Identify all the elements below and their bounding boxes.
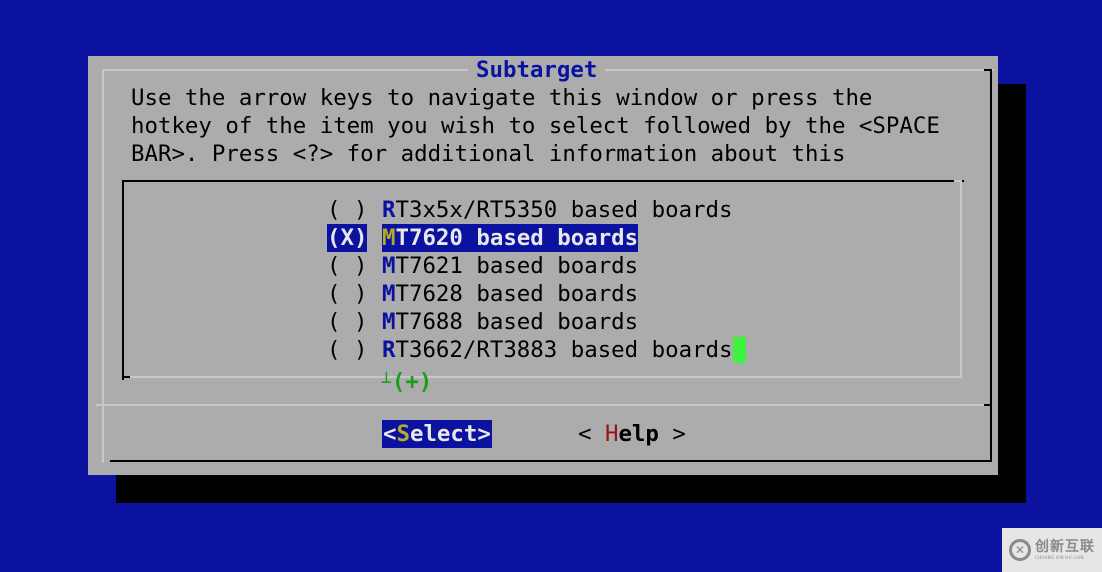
item-hotkey: M [382,225,396,251]
item-label: MT7621 based boards [382,253,639,279]
list-item-rt3x5x[interactable]: ( ) RT3x5x/RT5350 based boards [327,196,746,224]
item-label: MT7628 based boards [382,281,639,307]
prompt-line: hotkey of the item you wish to select fo… [131,113,940,139]
radio-indicator[interactable]: ( ) [327,280,367,308]
listbox-border-right [960,180,962,378]
help-button[interactable]: < Help > [578,420,686,448]
button-hotkey: H [604,421,619,447]
watermark-brand-pinyin: CHUANG XIN HU LIAN [1035,555,1084,560]
listbox-border-corner [122,376,130,378]
list-item-rt3662[interactable]: ( ) RT3662/RT3883 based boards [327,336,746,364]
more-items-indicator: ⊥(+) [381,367,433,395]
prompt-line: Use the arrow keys to navigate this wind… [131,85,873,111]
watermark-logo: ✕ 创新互联 CHUANG XIN HU LIAN [1002,528,1102,572]
radio-indicator-checked[interactable]: (X) [327,224,367,252]
item-hotkey: M [382,253,396,279]
list-item-mt7620[interactable]: (X) MT7620 based boards [327,224,746,252]
dialog-frame-corner [984,69,992,71]
item-hotkey: R [382,337,396,363]
scroll-tee-icon: ⊥ [381,367,392,388]
separator-corner [984,404,992,406]
dialog-title: Subtarget [468,56,606,84]
listbox-border-corner [954,180,962,182]
item-hotkey: M [382,281,396,307]
terminal-cursor [732,337,746,363]
logo-x-icon: ✕ [1009,539,1031,561]
options-list: ( ) RT3x5x/RT5350 based boards (X) MT7620 … [327,196,746,364]
radio-indicator[interactable]: ( ) [327,336,367,364]
radio-indicator[interactable]: ( ) [327,308,367,336]
item-hotkey: M [382,309,396,335]
watermark-brand: 创新互联 [1035,539,1095,555]
item-label: RT3662/RT3883 based boards [382,337,733,363]
item-label: MT7620 based boards [382,224,639,252]
prompt-line: BAR>. Press <?> for additional informati… [131,141,846,167]
listbox-border-bottom [130,376,962,378]
radio-indicator[interactable]: ( ) [327,252,367,280]
item-label: RT3x5x/RT5350 based boards [382,197,733,223]
list-item-mt7688[interactable]: ( ) MT7688 based boards [327,308,746,336]
dialog-prompt: Use the arrow keys to navigate this wind… [131,84,940,168]
dialog-frame-bottom [110,460,992,462]
item-hotkey: R [382,197,396,223]
subtarget-dialog: Subtarget Use the arrow keys to navigate… [88,56,998,475]
button-separator [96,404,984,406]
button-hotkey: S [396,421,410,447]
item-label: MT7688 based boards [382,309,639,335]
list-item-mt7621[interactable]: ( ) MT7621 based boards [327,252,746,280]
list-item-mt7628[interactable]: ( ) MT7628 based boards [327,280,746,308]
radio-indicator[interactable]: ( ) [327,196,367,224]
select-button[interactable]: <Select> [382,420,492,448]
